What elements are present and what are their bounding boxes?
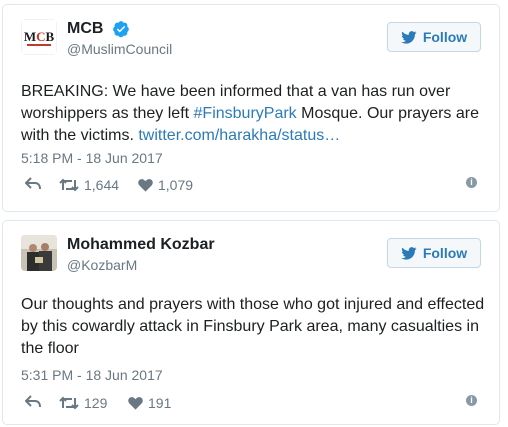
retweet-icon xyxy=(59,178,79,192)
like-count: 191 xyxy=(148,395,172,411)
twitter-bird-icon xyxy=(401,246,417,260)
avatar[interactable]: MCB xyxy=(21,19,57,55)
tweet-text: BREAKING: We have been informed that a v… xyxy=(21,81,491,147)
user-handle[interactable]: @MuslimCouncil xyxy=(67,40,172,58)
timestamp[interactable]: 5:18 PM - 18 Jun 2017 xyxy=(21,150,163,166)
action-bar: 1,644 1,079 i xyxy=(21,177,481,197)
like-button[interactable]: 1,079 xyxy=(138,177,193,193)
svg-text:MCB: MCB xyxy=(24,29,55,44)
info-button[interactable]: i xyxy=(466,395,477,406)
heart-icon xyxy=(128,397,143,410)
follow-button[interactable]: Follow xyxy=(387,22,481,52)
tweet-text: Our thoughts and prayers with those who … xyxy=(21,296,485,357)
follow-label: Follow xyxy=(422,245,468,261)
url-link[interactable]: twitter.com/harakha/status… xyxy=(138,127,340,144)
tweet-card: Mohammed Kozbar @KozbarM Follow Our thou… xyxy=(2,220,500,425)
info-icon: i xyxy=(466,395,477,406)
follow-button[interactable]: Follow xyxy=(387,238,481,268)
tweet-header: MCB MCB @MuslimCouncil Follow xyxy=(21,19,481,59)
user-handle[interactable]: @KozbarM xyxy=(67,256,215,274)
info-button[interactable]: i xyxy=(466,177,477,188)
display-name[interactable]: MCB xyxy=(67,19,103,39)
user-name-block[interactable]: Mohammed Kozbar @KozbarM xyxy=(67,235,215,274)
user-name-block[interactable]: MCB @MuslimCouncil xyxy=(67,19,172,58)
display-name[interactable]: Mohammed Kozbar xyxy=(67,235,215,255)
tweet-header: Mohammed Kozbar @KozbarM Follow xyxy=(21,235,481,275)
reply-button[interactable] xyxy=(25,395,41,409)
reply-icon xyxy=(25,395,41,408)
retweet-count: 1,644 xyxy=(84,177,120,193)
verified-badge-icon xyxy=(112,20,130,38)
twitter-bird-icon xyxy=(401,30,417,44)
retweet-button[interactable]: 1,644 xyxy=(59,177,119,193)
like-count: 1,079 xyxy=(158,177,194,193)
action-bar: 129 191 i xyxy=(21,395,481,415)
avatar[interactable] xyxy=(21,235,57,271)
timestamp[interactable]: 5:31 PM - 18 Jun 2017 xyxy=(21,367,163,383)
retweet-button[interactable]: 129 xyxy=(59,395,107,411)
like-button[interactable]: 191 xyxy=(128,395,171,411)
follow-label: Follow xyxy=(422,29,468,45)
reply-button[interactable] xyxy=(25,177,41,191)
reply-icon xyxy=(25,177,41,190)
info-icon: i xyxy=(466,177,477,188)
retweet-count: 129 xyxy=(84,395,108,411)
heart-icon xyxy=(138,179,153,192)
hashtag-link[interactable]: #FinsburyPark xyxy=(194,105,297,122)
retweet-icon xyxy=(59,396,79,410)
tweet-card: MCB MCB @MuslimCouncil Follow BREAKING: … xyxy=(2,4,500,212)
